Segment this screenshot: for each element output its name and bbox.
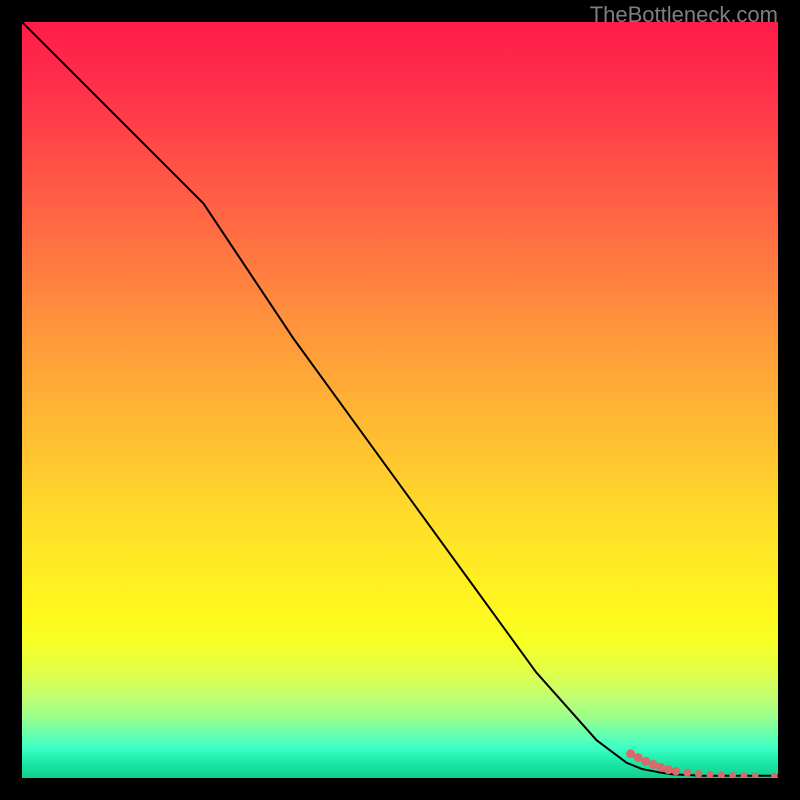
highlight-point xyxy=(771,772,777,778)
chart-overlay-svg xyxy=(22,22,778,778)
highlight-point xyxy=(752,772,758,778)
highlight-point xyxy=(729,772,736,778)
highlight-point xyxy=(695,770,703,778)
curve-path xyxy=(22,22,778,776)
plot-area xyxy=(22,22,778,778)
highlight-point xyxy=(741,772,748,778)
attribution-label: TheBottleneck.com xyxy=(590,2,778,28)
chart-container: TheBottleneck.com xyxy=(0,0,800,800)
highlight-point xyxy=(683,769,691,777)
highlight-point xyxy=(672,767,680,775)
bottleneck-curve xyxy=(22,22,778,776)
highlight-point xyxy=(718,771,725,778)
highlight-point xyxy=(664,765,673,774)
highlight-markers xyxy=(626,749,777,778)
highlight-point xyxy=(706,771,713,778)
